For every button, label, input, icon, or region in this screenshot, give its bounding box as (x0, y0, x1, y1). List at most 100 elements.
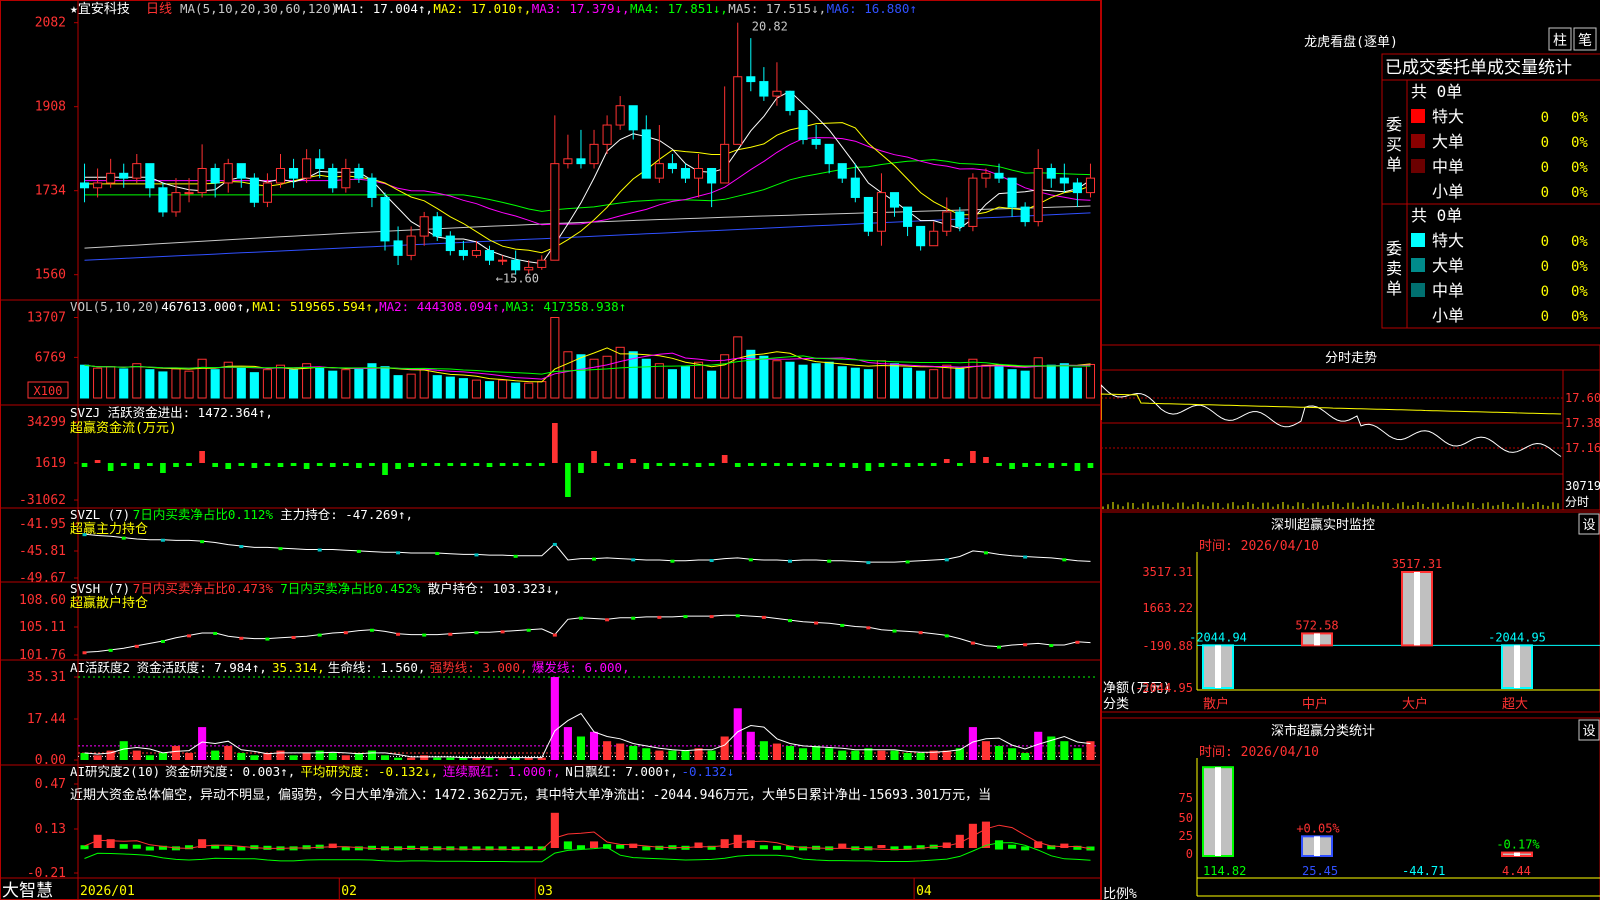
flow-bar[interactable] (891, 463, 898, 466)
candle-body[interactable] (602, 124, 612, 145)
activity-bar[interactable] (446, 757, 455, 760)
research-bar[interactable] (838, 843, 847, 848)
volume-bar[interactable] (720, 354, 730, 399)
activity-bar[interactable] (1073, 748, 1082, 760)
flow-bar[interactable] (669, 463, 676, 466)
flow-bar[interactable] (813, 463, 819, 467)
volume-bar[interactable] (667, 369, 677, 399)
flow-bar[interactable] (865, 463, 872, 471)
flow-bar[interactable] (904, 463, 911, 467)
volume-bar[interactable] (79, 364, 90, 399)
research-bar[interactable] (981, 821, 991, 848)
flow-bar[interactable] (499, 463, 506, 466)
flow-bar[interactable] (329, 463, 336, 467)
volume-bar[interactable] (707, 370, 717, 399)
activity-bar[interactable] (328, 752, 337, 760)
volume-bar[interactable] (498, 379, 508, 399)
activity-bar[interactable] (158, 752, 167, 760)
candle-body[interactable] (942, 211, 952, 232)
candle-body[interactable] (210, 167, 220, 184)
activity-bar[interactable] (616, 743, 625, 760)
candle-body[interactable] (1046, 167, 1056, 179)
flow-bar[interactable] (1035, 463, 1042, 466)
flow-bar[interactable] (120, 463, 127, 466)
research-bar[interactable] (302, 845, 311, 850)
flow-bar[interactable] (1022, 463, 1028, 467)
research-bar[interactable] (877, 845, 886, 848)
volume-bar[interactable] (1033, 357, 1043, 399)
volume-bar[interactable] (275, 364, 286, 399)
candle-body[interactable] (1085, 177, 1096, 194)
activity-bar[interactable] (145, 755, 154, 760)
flow-bar[interactable] (617, 463, 623, 469)
volume-bar[interactable] (576, 354, 586, 399)
candle-body[interactable] (889, 192, 900, 208)
volume-bar[interactable] (994, 366, 1004, 399)
volume-bar[interactable] (432, 375, 442, 399)
candle-body[interactable] (1020, 206, 1030, 223)
activity-bar[interactable] (720, 736, 729, 760)
volume-bar[interactable] (380, 366, 390, 399)
candle-body[interactable] (785, 90, 795, 112)
activity-bar[interactable] (315, 750, 324, 760)
volume-bar[interactable] (262, 369, 272, 399)
candle-body[interactable] (302, 158, 312, 179)
flow-bar[interactable] (525, 463, 532, 466)
candle-body[interactable] (171, 192, 181, 213)
candle-body[interactable] (471, 250, 482, 256)
flow-bar[interactable] (356, 463, 362, 468)
activity-bar[interactable] (799, 748, 808, 760)
activity-bar[interactable] (420, 755, 429, 760)
flow-bar[interactable] (408, 463, 414, 467)
volume-bar[interactable] (654, 363, 664, 399)
volume-bar[interactable] (458, 378, 468, 399)
flow-bar[interactable] (382, 463, 388, 475)
flow-bar[interactable] (591, 451, 597, 463)
volume-bar[interactable] (328, 370, 338, 399)
activity-bar[interactable] (877, 750, 886, 760)
activity-bar[interactable] (211, 750, 220, 760)
volume-bar[interactable] (550, 316, 560, 399)
flow-bar[interactable] (160, 463, 166, 473)
volume-bar[interactable] (811, 363, 821, 399)
candle-body[interactable] (929, 230, 939, 247)
candle-body[interactable] (1007, 177, 1017, 208)
activity-bar[interactable] (994, 745, 1004, 760)
candle-body[interactable] (994, 172, 1004, 179)
candle-body[interactable] (693, 167, 704, 179)
candle-body[interactable] (537, 259, 547, 268)
research-bar[interactable] (720, 839, 729, 848)
candle-body[interactable] (158, 187, 168, 213)
candle-body[interactable] (432, 216, 442, 237)
flow-bar[interactable] (970, 451, 976, 463)
candle-body[interactable] (354, 167, 364, 179)
research-bar[interactable] (994, 840, 1004, 850)
candle-body[interactable] (393, 240, 403, 256)
activity-bar[interactable] (890, 750, 899, 760)
research-bar[interactable] (563, 841, 572, 850)
candle-body[interactable] (1072, 182, 1082, 194)
activity-bar[interactable] (93, 755, 102, 760)
flow-bar[interactable] (303, 463, 310, 469)
flow-bar[interactable] (774, 463, 780, 466)
candle-body[interactable] (824, 143, 834, 165)
flow-bar[interactable] (747, 463, 754, 466)
candle-body[interactable] (746, 76, 756, 83)
candle-body[interactable] (615, 105, 625, 126)
volume-bar[interactable] (484, 381, 495, 399)
candle-body[interactable] (145, 163, 155, 189)
candle-body[interactable] (275, 167, 286, 184)
volume-bar[interactable] (981, 364, 991, 399)
activity-bar[interactable] (289, 755, 298, 760)
flow-bar[interactable] (538, 463, 545, 466)
activity-bar[interactable] (119, 741, 128, 760)
activity-bar[interactable] (380, 755, 390, 760)
activity-bar[interactable] (1021, 752, 1030, 760)
candle-body[interactable] (315, 158, 325, 169)
activity-bar[interactable] (838, 750, 847, 760)
volume-bar[interactable] (289, 369, 299, 399)
flow-bar[interactable] (369, 463, 375, 466)
candle-body[interactable] (903, 206, 913, 227)
flow-bar[interactable] (316, 463, 323, 466)
candle-body[interactable] (981, 172, 991, 179)
